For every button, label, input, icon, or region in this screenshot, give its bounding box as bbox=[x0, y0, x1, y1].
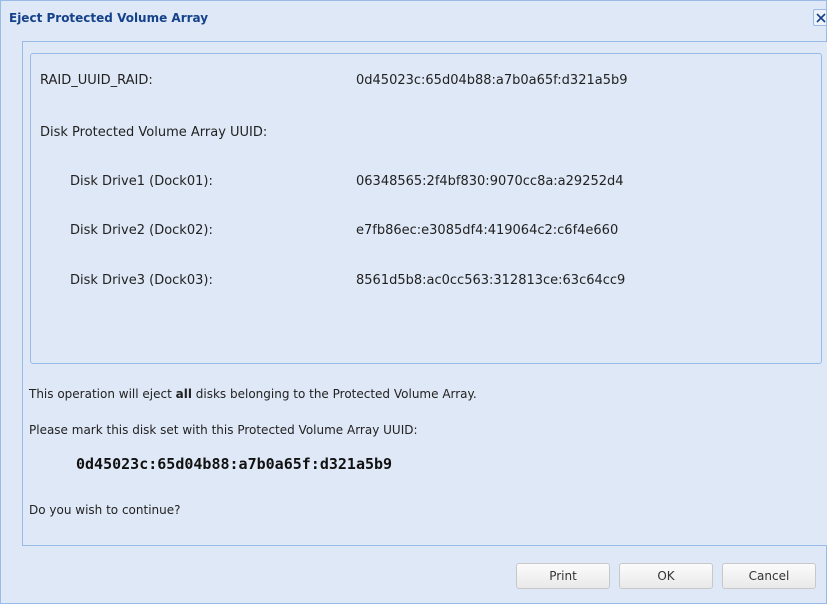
ok-button[interactable]: OK bbox=[619, 563, 713, 589]
continue-question: Do you wish to continue? bbox=[29, 503, 181, 517]
raid-uuid-value: 0d45023c:65d04b88:a7b0a65f:d321a5b9 bbox=[356, 73, 628, 88]
close-button[interactable] bbox=[813, 9, 826, 26]
print-button[interactable]: Print bbox=[516, 563, 610, 589]
dialog-titlebar[interactable]: Eject Protected Volume Array bbox=[1, 1, 826, 37]
cancel-button[interactable]: Cancel bbox=[722, 563, 816, 589]
dialog-title: Eject Protected Volume Array bbox=[9, 11, 209, 25]
eject-warning-text: This operation will eject all disks belo… bbox=[29, 387, 477, 401]
drive3-uuid: 8561d5b8:ac0cc563:312813ce:63c64cc9 bbox=[356, 273, 626, 288]
drive3-label: Disk Drive3 (Dock03): bbox=[70, 273, 213, 288]
drive2-uuid: e7fb86ec:e3085df4:419064c2:c6f4e660 bbox=[356, 223, 619, 238]
eject-dialog: Eject Protected Volume Array RAID_UUID_R… bbox=[0, 0, 827, 604]
drive2-label: Disk Drive2 (Dock02): bbox=[70, 223, 213, 238]
warning-suffix: disks belonging to the Protected Volume … bbox=[191, 387, 477, 401]
uuid-info-box: RAID_UUID_RAID: 0d45023c:65d04b88:a7b0a6… bbox=[30, 53, 822, 364]
drive1-uuid: 06348565:2f4bf830:9070cc8a:a29252d4 bbox=[356, 174, 624, 189]
mark-disk-instruction: Please mark this disk set with this Prot… bbox=[29, 423, 418, 437]
dialog-footer: Print OK Cancel bbox=[1, 549, 826, 603]
close-icon bbox=[816, 13, 826, 23]
warning-prefix: This operation will eject bbox=[29, 387, 176, 401]
dialog-body: RAID_UUID_RAID: 0d45023c:65d04b88:a7b0a6… bbox=[22, 41, 827, 546]
drive1-label: Disk Drive1 (Dock01): bbox=[70, 174, 213, 189]
disk-array-uuid-label: Disk Protected Volume Array UUID: bbox=[40, 125, 268, 140]
array-uuid-highlight: 0d45023c:65d04b88:a7b0a65f:d321a5b9 bbox=[76, 455, 393, 473]
warning-bold-all: all bbox=[175, 387, 192, 401]
raid-uuid-label: RAID_UUID_RAID: bbox=[40, 73, 153, 88]
